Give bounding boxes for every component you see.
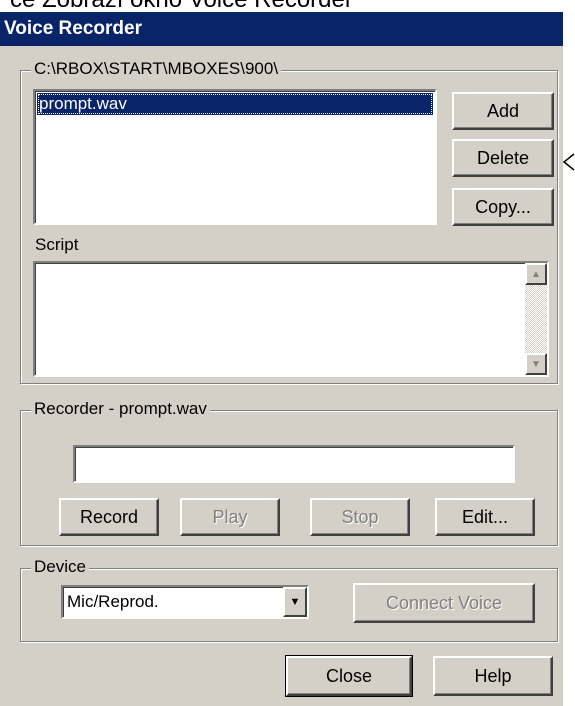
script-textarea[interactable]: ▲ ▼ — [33, 261, 549, 377]
scroll-down-arrow-icon[interactable]: ▼ — [525, 353, 547, 375]
recorder-groupbox: Recorder - prompt.wav Record Play Stop E… — [20, 399, 558, 546]
list-item-selected[interactable]: prompt.wav — [37, 93, 433, 115]
dropdown-arrow-icon[interactable]: ▼ — [283, 587, 307, 617]
device-groupbox: Device Mic/Reprod. ▼ Connect Voice — [20, 557, 558, 642]
delete-button[interactable]: Delete — [452, 139, 554, 177]
files-groupbox: C:\RBOX\START\MBOXES\900\ prompt.wav Add… — [20, 59, 558, 384]
file-listbox[interactable]: prompt.wav — [33, 89, 437, 225]
path-label: C:\RBOX\START\MBOXES\900\ — [31, 59, 282, 79]
device-select[interactable]: Mic/Reprod. ▼ — [61, 585, 309, 619]
close-button[interactable]: Close — [285, 655, 413, 697]
callout-arrow-icon — [562, 153, 575, 171]
connect-voice-button[interactable]: Connect Voice — [353, 583, 535, 623]
help-button[interactable]: Help — [433, 656, 553, 696]
play-button[interactable]: Play — [180, 498, 280, 536]
device-label: Device — [31, 557, 89, 577]
stop-button[interactable]: Stop — [310, 498, 410, 536]
recorder-label: Recorder - prompt.wav — [31, 399, 210, 419]
scroll-up-arrow-icon[interactable]: ▲ — [525, 263, 547, 285]
add-button[interactable]: Add — [452, 92, 554, 130]
title-bar[interactable]: Voice Recorder — [0, 12, 563, 46]
script-label: Script — [35, 235, 79, 254]
recording-level-field — [73, 445, 515, 483]
edit-button[interactable]: Edit... — [435, 498, 535, 536]
window-title: Voice Recorder — [4, 18, 142, 39]
copy-button[interactable]: Copy... — [452, 188, 554, 226]
device-select-value: Mic/Reprod. — [67, 592, 159, 611]
record-button[interactable]: Record — [59, 498, 159, 536]
script-scrollbar[interactable]: ▲ ▼ — [525, 263, 547, 375]
